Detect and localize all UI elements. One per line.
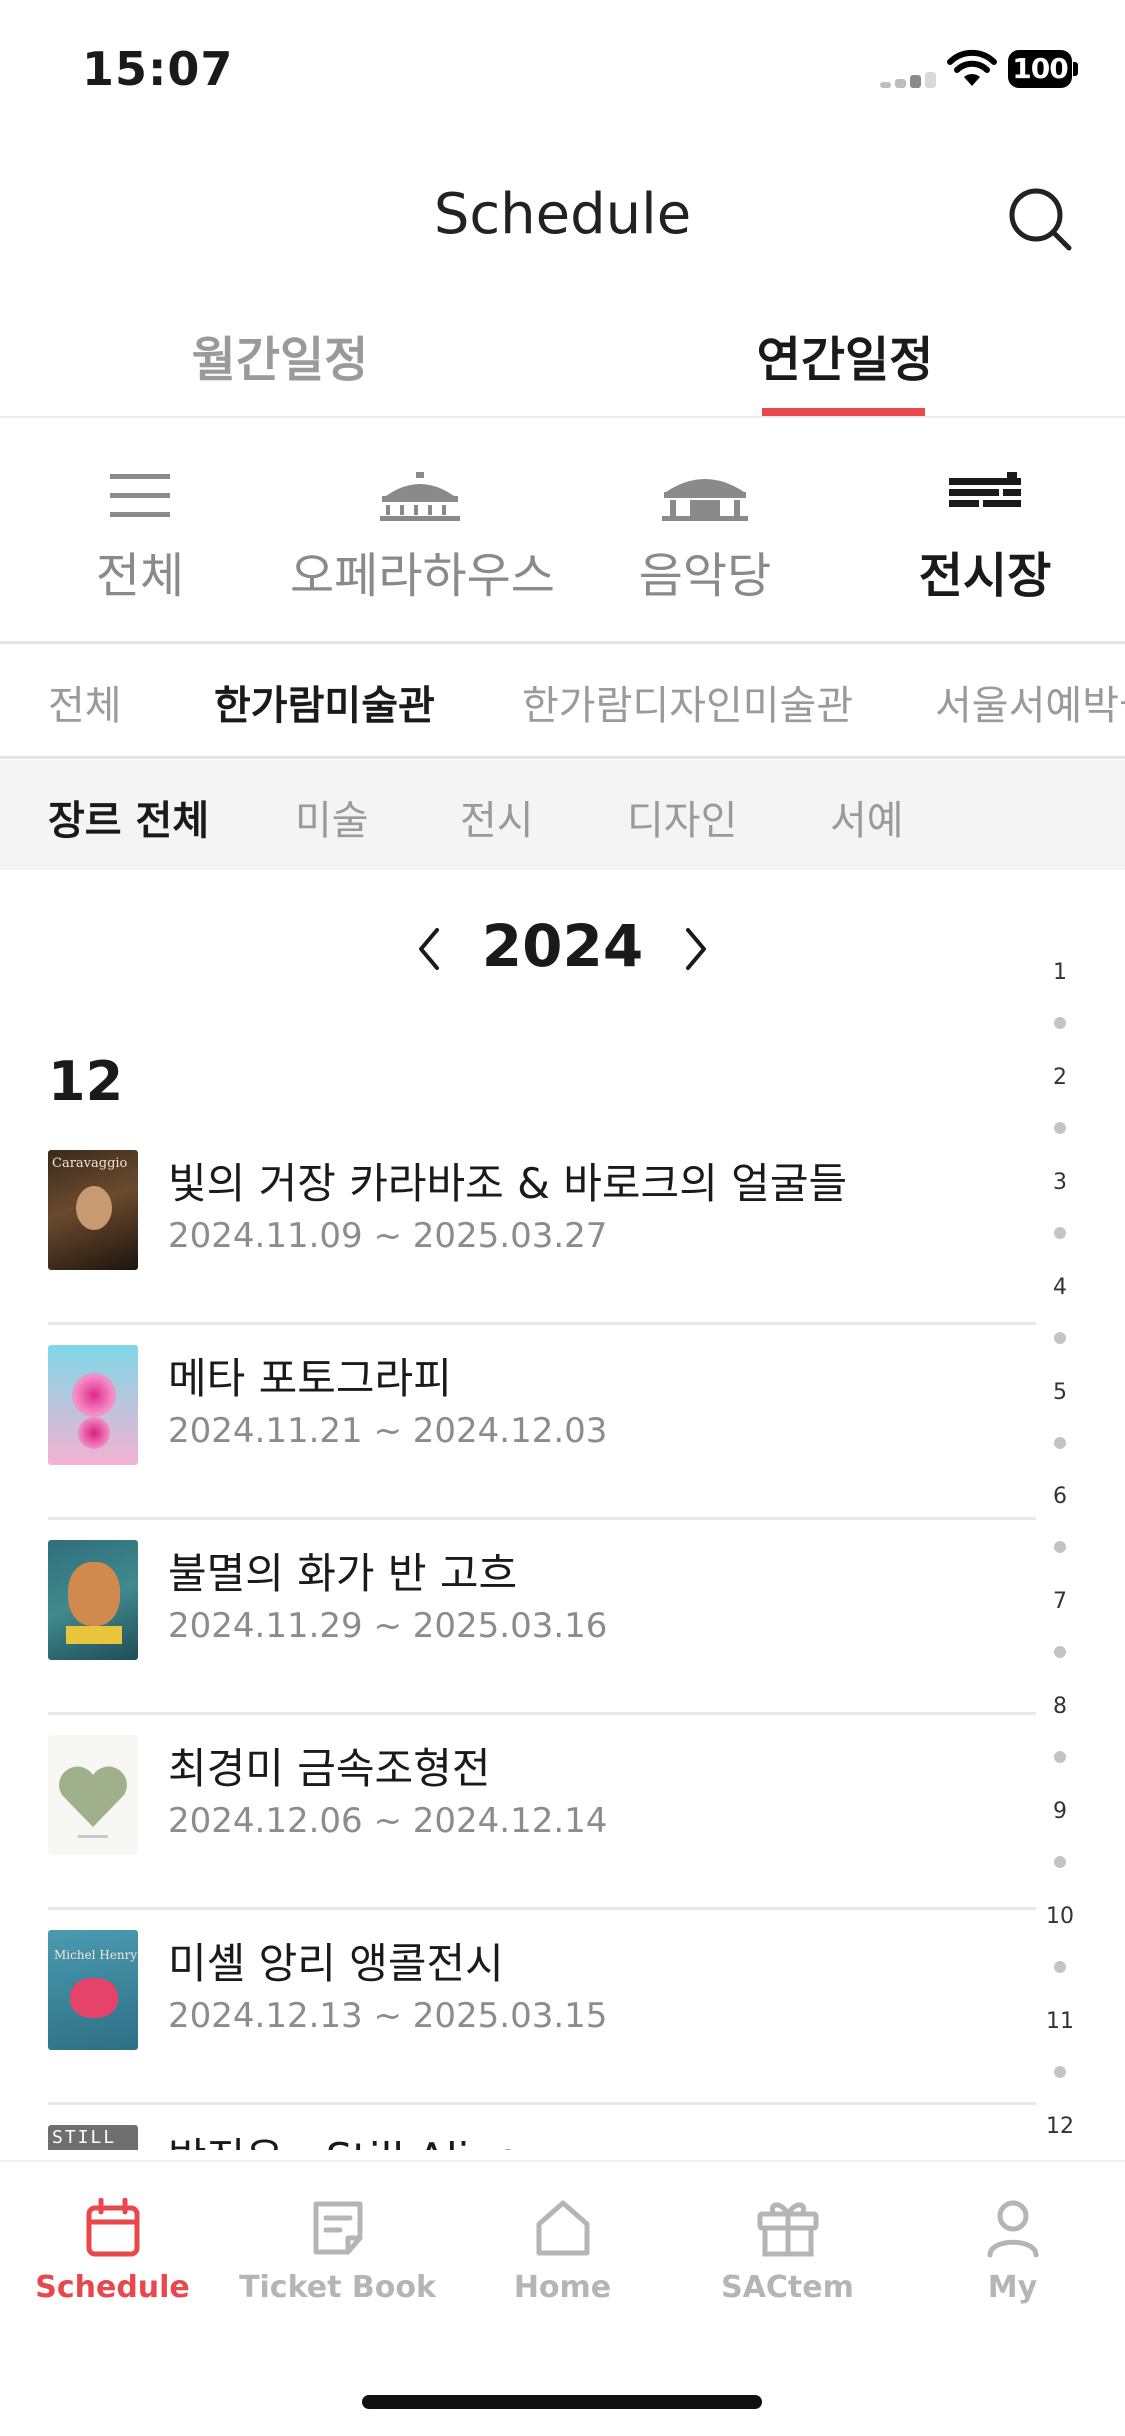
- venue-filter: 전체 오페라하우스 음악당 전시장: [0, 420, 1125, 644]
- genre-art[interactable]: 미술: [295, 788, 369, 846]
- nav-my[interactable]: My: [900, 2198, 1125, 2305]
- nav-schedule-label: Schedule: [35, 2270, 190, 2305]
- cellular-signal-icon: [880, 72, 938, 88]
- ticket-book-icon: [313, 2201, 362, 2255]
- event-poster: [48, 1345, 138, 1465]
- event-title: 불멸의 화가 반 고흐: [168, 1549, 518, 1598]
- nav-home-label: Home: [513, 2270, 612, 2305]
- concert-hall-icon: [662, 479, 748, 521]
- month-index-5[interactable]: 5: [1040, 1380, 1080, 1405]
- month-index-2[interactable]: 2: [1040, 1065, 1080, 1090]
- event-poster-text: Michel Henry: [54, 1948, 138, 1962]
- event-title: 최경미 금속조형전: [168, 1744, 491, 1793]
- month-index-8[interactable]: 8: [1040, 1694, 1080, 1719]
- active-tab-indicator: [762, 408, 925, 416]
- list-item[interactable]: Caravaggio 빛의 거장 카라바조 & 바로크의 얼굴들 2024.11…: [48, 1130, 1036, 1325]
- schedule-tabs: 월간일정 연간일정: [0, 300, 1125, 418]
- home-indicator: [362, 2395, 762, 2409]
- calendar-icon: [86, 2198, 139, 2257]
- status-time: 15:07: [82, 42, 234, 96]
- header: Schedule: [0, 170, 1125, 270]
- event-date: 2024.11.29 ~ 2025.03.16: [168, 1606, 608, 1646]
- event-title: 미셸 앙리 앵콜전시: [168, 1939, 504, 1988]
- tab-yearly-schedule[interactable]: 연간일정: [715, 320, 975, 390]
- month-index-3[interactable]: 3: [1040, 1170, 1080, 1195]
- nav-sactem-label: SACtem: [721, 2270, 854, 2305]
- month-index-10[interactable]: 10: [1040, 1904, 1080, 1929]
- nav-ticket-book[interactable]: Ticket Book: [225, 2198, 450, 2305]
- event-poster: Michel Henry: [48, 1930, 138, 2050]
- status-bar: 15:07 100: [0, 0, 1125, 140]
- venue-exhibition-hall-label: 전시장: [918, 548, 1052, 604]
- genre-all[interactable]: 장르 전체: [48, 788, 209, 846]
- nav-my-label: My: [987, 2270, 1038, 2305]
- search-icon[interactable]: [1005, 184, 1075, 254]
- nav-sactem[interactable]: SACtem: [675, 2198, 900, 2305]
- month-index-1[interactable]: 1: [1040, 960, 1080, 985]
- nav-schedule[interactable]: Schedule: [0, 2198, 225, 2305]
- tab-monthly-schedule[interactable]: 월간일정: [150, 320, 410, 390]
- month-index-4[interactable]: 4: [1040, 1275, 1080, 1300]
- subvenue-all[interactable]: 전체: [48, 673, 122, 731]
- list-item[interactable]: STILL 박진우 - Still Alive: [48, 2105, 1036, 2150]
- event-title: 박진우 - Still Alive: [168, 2125, 520, 2150]
- battery-level: 100: [1008, 50, 1072, 88]
- event-list: 12 Caravaggio 빛의 거장 카라바조 & 바로크의 얼굴들 2024…: [0, 1030, 1040, 2150]
- subvenue-hangaram-art-museum[interactable]: 한가람미술관: [214, 673, 435, 731]
- page-title: Schedule: [433, 182, 692, 247]
- month-index: 1 2 3 4 5 6 7 8 9 10 11 12: [1040, 960, 1080, 2140]
- venue-opera-house-label: 오페라하우스: [290, 548, 555, 604]
- month-heading: 12: [48, 1050, 124, 1113]
- venue-exhibition-hall[interactable]: 전시장: [900, 470, 1070, 620]
- subvenue-filter: 전체 한가람미술관 한가람디자인미술관 서울서예박물관: [0, 647, 1125, 759]
- event-poster: [48, 1540, 138, 1660]
- event-poster: [48, 1735, 138, 1855]
- venue-opera-house[interactable]: 오페라하우스: [290, 470, 555, 620]
- list-item[interactable]: Michel Henry 미셸 앙리 앵콜전시 2024.12.13 ~ 202…: [48, 1910, 1036, 2105]
- venue-concert-hall-label: 음악당: [638, 548, 772, 604]
- gift-icon: [757, 2202, 818, 2257]
- year-selector: 2024: [0, 910, 1125, 990]
- venue-all-label: 전체: [95, 548, 185, 604]
- genre-design[interactable]: 디자인: [627, 788, 737, 846]
- list-item[interactable]: 최경미 금속조형전 2024.12.06 ~ 2024.12.14: [48, 1715, 1036, 1910]
- month-index-9[interactable]: 9: [1040, 1799, 1080, 1824]
- wifi-icon: [947, 49, 997, 86]
- event-date: 2024.11.21 ~ 2024.12.03: [168, 1411, 608, 1451]
- list-item[interactable]: 메타 포토그라피 2024.11.21 ~ 2024.12.03: [48, 1325, 1036, 1520]
- heart-sculpture-image: [59, 1766, 127, 1838]
- year-label: 2024: [481, 912, 644, 980]
- subvenue-seoul-calligraphy-museum[interactable]: 서울서예박물관: [935, 673, 1125, 731]
- chevron-right-icon[interactable]: [670, 924, 720, 974]
- genre-filter: 장르 전체 미술 전시 디자인 서예: [0, 760, 1125, 870]
- opera-house-icon: [380, 472, 460, 521]
- month-index-7[interactable]: 7: [1040, 1589, 1080, 1614]
- battery-icon: 100: [1008, 50, 1078, 88]
- event-title: 메타 포토그라피: [168, 1354, 452, 1403]
- month-index-6[interactable]: 6: [1040, 1484, 1080, 1509]
- genre-exhibition[interactable]: 전시: [460, 788, 534, 846]
- list-icon: [110, 474, 170, 517]
- event-poster-text: Caravaggio: [52, 1156, 128, 1171]
- nav-ticket-book-label: Ticket Book: [239, 2270, 436, 2305]
- list-item[interactable]: 불멸의 화가 반 고흐 2024.11.29 ~ 2025.03.16: [48, 1520, 1036, 1715]
- event-date: 2024.12.13 ~ 2025.03.15: [168, 1996, 608, 2036]
- event-poster: STILL: [48, 2125, 138, 2150]
- subvenue-hangaram-design-museum[interactable]: 한가람디자인미술관: [522, 673, 853, 731]
- genre-calligraphy[interactable]: 서예: [830, 788, 904, 846]
- event-title: 빛의 거장 카라바조 & 바로크의 얼굴들: [168, 1159, 848, 1208]
- venue-concert-hall[interactable]: 음악당: [620, 470, 790, 620]
- event-date: 2024.12.06 ~ 2024.12.14: [168, 1801, 608, 1841]
- home-icon: [536, 2200, 589, 2256]
- month-index-12[interactable]: 12: [1040, 2114, 1080, 2139]
- event-poster-text: STILL: [52, 2127, 117, 2148]
- nav-home[interactable]: Home: [450, 2198, 675, 2305]
- venue-all[interactable]: 전체: [70, 470, 210, 620]
- user-icon: [987, 2200, 1038, 2258]
- month-index-11[interactable]: 11: [1040, 2009, 1080, 2034]
- event-date: 2024.11.09 ~ 2025.03.27: [168, 1216, 608, 1256]
- exhibition-hall-icon: [949, 472, 1021, 507]
- event-poster: Caravaggio: [48, 1150, 138, 1270]
